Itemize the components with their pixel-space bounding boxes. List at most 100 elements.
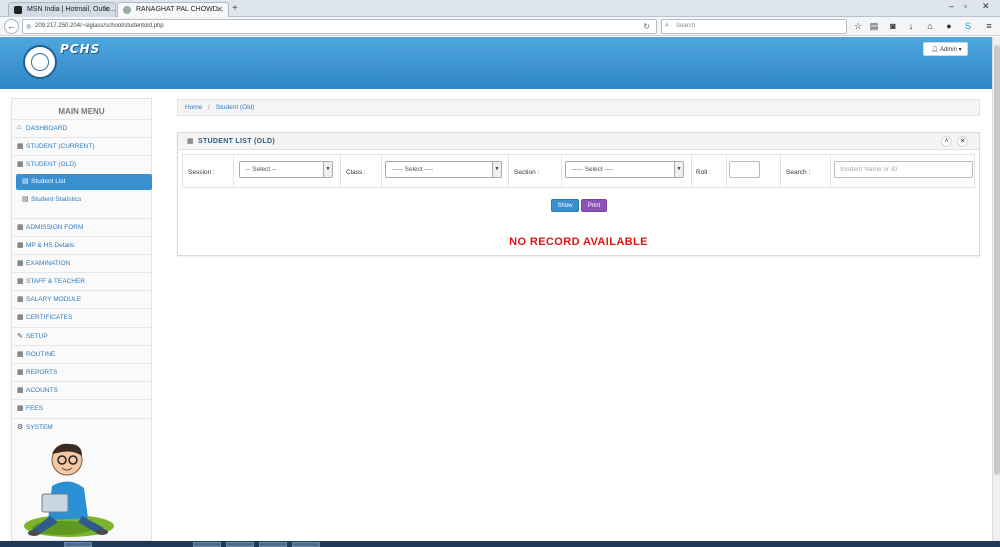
school-logo <box>23 45 57 79</box>
grid-icon: ▦ <box>17 242 24 249</box>
back-arrow-icon[interactable]: ← <box>4 19 19 34</box>
sidebar-item-examination[interactable]: ▦ EXAMINATION <box>12 254 151 272</box>
session-select-cell: -- Select -- ▼ <box>234 155 341 187</box>
sidebar-item-label: STAFF & TEACHER <box>26 278 85 285</box>
sidebar-item-label: FEES <box>26 405 43 412</box>
grid-icon: ▦ <box>17 224 24 231</box>
reload-icon[interactable]: ↻ <box>643 22 650 31</box>
browser-search-input[interactable]: ⌕ Search <box>661 19 847 34</box>
sidebar-item-fees[interactable]: ▦ FEES <box>12 399 151 417</box>
class-select[interactable]: ----- Select ---- ▼ <box>385 161 502 178</box>
taskbar-item[interactable] <box>292 542 320 547</box>
sidebar-item-label: EXAMINATION <box>26 260 71 267</box>
scrollbar-thumb[interactable] <box>994 45 1000 475</box>
chat-icon[interactable]: ● <box>943 20 955 32</box>
sidebar-item-setup[interactable]: ✎ SETUP <box>12 327 151 345</box>
admin-label: Admin <box>939 47 957 53</box>
list-icon: ▤ <box>22 196 29 203</box>
search-input-cell: Student Name or ID <box>831 155 975 187</box>
class-label: Class : <box>346 169 366 176</box>
home-icon: ⌂ <box>17 124 22 131</box>
section-label-cell: Section : <box>509 155 562 187</box>
download-icon[interactable]: ↓ <box>905 20 917 32</box>
star-icon[interactable]: ☆ <box>852 20 864 32</box>
hamburger-menu-icon[interactable]: ≡ <box>983 20 995 32</box>
taskbar-item[interactable] <box>226 542 254 547</box>
close-tab-icon[interactable]: ✕ <box>216 5 223 14</box>
search-label: Search : <box>786 169 811 176</box>
roll-input[interactable] <box>729 161 760 178</box>
class-label-cell: Class : <box>341 155 382 187</box>
sidebar-item-label: STUDENT (CURRENT) <box>26 143 95 150</box>
page-scrollbar[interactable] <box>992 37 1000 541</box>
taskbar-item[interactable] <box>64 542 92 547</box>
sidebar-item-student-current[interactable]: ▦ STUDENT (CURRENT) <box>12 137 151 155</box>
browser-tab-ranaghat[interactable]: RANAGHAT PAL CHOWD... ✕ <box>117 2 229 17</box>
sidebar-item-student-old[interactable]: ▦ STUDENT (OLD) <box>12 155 151 173</box>
sidebar-item-admission-form[interactable]: ▦ ADMISSION FORM <box>12 218 151 236</box>
breadcrumb-separator: / <box>208 104 210 111</box>
sidebar-item-dashboard[interactable]: ⌂ DASHBOARD <box>12 119 151 137</box>
tab-label: MSN India | Hotmail, Outlo... <box>27 6 116 13</box>
grid-icon: ▦ <box>17 278 24 285</box>
sidebar-item-staff-teacher[interactable]: ▦ STAFF & TEACHER <box>12 272 151 290</box>
no-record-message: NO RECORD AVAILABLE <box>509 236 648 248</box>
sidebar-subitem-student-statistics[interactable]: ▤ Student Statistics <box>16 192 152 208</box>
session-select-value: -- Select -- <box>246 166 277 173</box>
site-favicon-icon <box>123 6 131 14</box>
home-browser-icon[interactable]: ⌂ <box>924 20 936 32</box>
admin-dropdown-button[interactable]: 👤︎ Admin ▾ <box>923 42 968 56</box>
dropdown-arrow-icon: ▼ <box>674 162 683 177</box>
gears-icon: ⚙ <box>17 424 24 431</box>
sidebar-item-label: ADMISSION FORM <box>26 224 84 231</box>
taskbar-item[interactable] <box>259 542 287 547</box>
minimize-icon[interactable]: – <box>949 1 954 11</box>
grid-icon: ▦ <box>17 351 24 358</box>
browser-tab-msn[interactable]: MSN India | Hotmail, Outlo... ✕ <box>8 2 116 17</box>
dropdown-arrow-icon: ▼ <box>492 162 501 177</box>
grid-icon: ▦ <box>17 405 24 412</box>
breadcrumb-current-link[interactable]: Student (Old) <box>216 104 255 111</box>
sidebar-item-label: ACOUNTS <box>26 387 58 394</box>
sidebar-subitem-student-list[interactable]: ▤ Student List <box>16 174 152 190</box>
window-close-icon[interactable]: ✕ <box>982 1 990 12</box>
roll-label: Roll : <box>696 169 711 176</box>
session-label-cell: Session : <box>183 155 234 187</box>
logo-emblem <box>31 53 49 71</box>
close-tab-icon[interactable]: ✕ <box>103 5 110 14</box>
collapse-chevron-up-icon[interactable]: ˄ <box>941 136 952 147</box>
breadcrumb-home-link[interactable]: Home <box>185 104 202 111</box>
sidebar-item-certificates[interactable]: ▦ CERTIFICATES <box>12 308 151 326</box>
panel-header: ▦ STUDENT LIST (OLD) ˄ ✕ <box>178 133 979 150</box>
sidebar-item-salary-module[interactable]: ▦ SALARY MODULE <box>12 290 151 308</box>
close-panel-icon[interactable]: ✕ <box>957 136 968 147</box>
roll-input-cell <box>727 155 781 187</box>
sidebar-item-label: SYSTEM <box>26 424 53 431</box>
new-tab-icon[interactable]: + <box>232 3 238 14</box>
section-select[interactable]: ----- Select ---- ▼ <box>565 161 684 178</box>
grid-icon: ▦ <box>17 296 24 303</box>
sidebar-item-label: SETUP <box>26 333 48 340</box>
print-button[interactable]: Print <box>581 199 607 212</box>
sidebar-item-acounts[interactable]: ▦ ACOUNTS <box>12 381 151 399</box>
address-bar[interactable]: ◍ 209.217.250.204/~siglass/school/studen… <box>22 19 657 34</box>
session-select[interactable]: -- Select -- ▼ <box>239 161 333 178</box>
sidebar-item-reports[interactable]: ▦ REPORTS <box>12 363 151 381</box>
show-button[interactable]: Show <box>551 199 579 212</box>
student-search-input[interactable]: Student Name or ID <box>834 161 973 178</box>
skype-icon[interactable]: S <box>962 20 974 32</box>
sidebar-item-mp-hs-details[interactable]: ▦ MP & HS Details <box>12 236 151 254</box>
grid-icon: ▦ <box>17 161 24 168</box>
search-icon: ⌕ <box>665 22 669 29</box>
sidebar-item-system[interactable]: ⚙ SYSTEM <box>12 418 151 436</box>
maximize-icon[interactable]: ▫ <box>964 1 967 11</box>
grid-icon: ▦ <box>17 314 24 321</box>
pocket-icon[interactable]: ◙ <box>887 20 899 32</box>
tab-label: RANAGHAT PAL CHOWD... <box>136 6 224 13</box>
sidebar-item-label: REPORTS <box>26 369 58 376</box>
clipboard-icon[interactable]: ▤ <box>868 20 880 32</box>
grid-icon: ▦ <box>17 387 24 394</box>
sidebar-item-label: SALARY MODULE <box>26 296 82 303</box>
taskbar-item[interactable] <box>193 542 221 547</box>
sidebar-item-routine[interactable]: ▦ ROUTINE <box>12 345 151 363</box>
